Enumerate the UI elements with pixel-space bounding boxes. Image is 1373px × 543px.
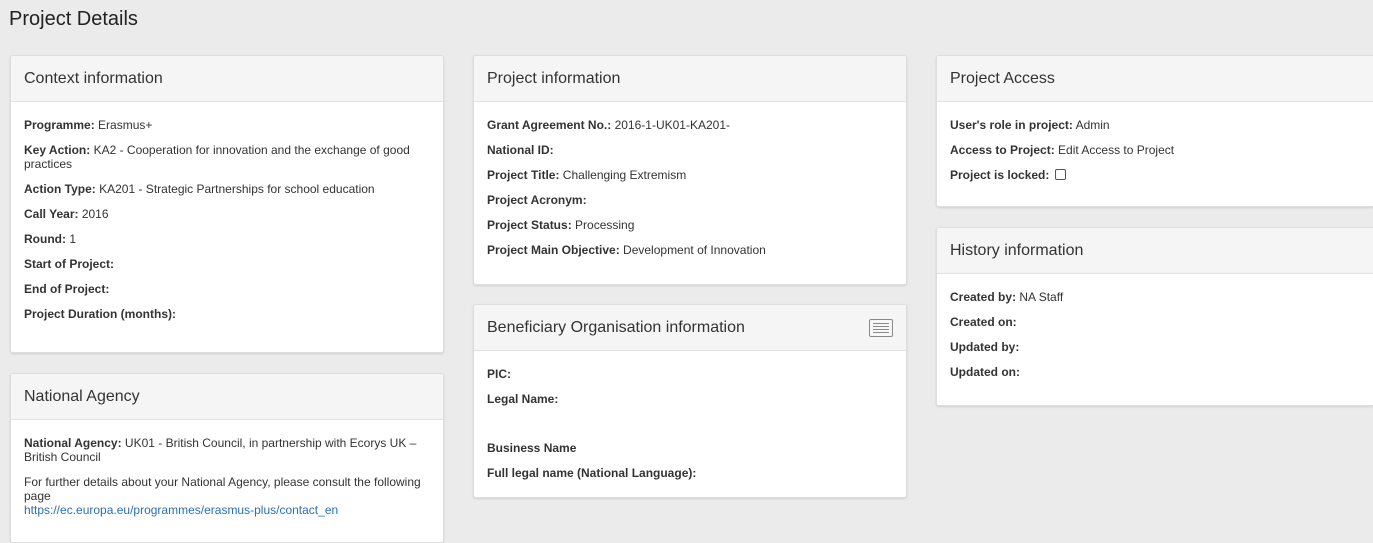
programme-label: Programme:: [24, 118, 95, 132]
context-information-title: Context information: [24, 69, 163, 87]
end-of-project-row: End of Project:: [24, 282, 430, 296]
project-status-label: Project Status:: [487, 218, 572, 232]
national-id-row: National ID:: [487, 143, 893, 157]
national-agency-header: National Agency: [11, 374, 443, 420]
pic-row: PIC:: [487, 367, 893, 381]
end-of-project-label: End of Project:: [24, 282, 110, 296]
access-to-project-row: Access to Project: Edit Access to Projec…: [950, 143, 1360, 157]
round-label: Round:: [24, 232, 66, 246]
updated-on-row: Updated on:: [950, 365, 1360, 379]
updated-by-label: Updated by:: [950, 340, 1020, 354]
beneficiary-organisation-panel: Beneficiary Organisation information PIC…: [473, 304, 907, 498]
project-title-row: Project Title: Challenging Extremism: [487, 168, 893, 182]
programme-row: Programme: Erasmus+: [24, 118, 430, 132]
call-year-value: 2016: [78, 207, 109, 221]
created-by-row: Created by: NA Staff: [950, 290, 1360, 304]
national-agency-label: National Agency:: [24, 436, 122, 450]
project-title-label: Project Title:: [487, 168, 560, 182]
legal-name-label: Legal Name:: [487, 392, 559, 406]
project-status-value: Processing: [571, 218, 635, 232]
history-information-title: History information: [950, 241, 1084, 259]
action-type-label: Action Type:: [24, 182, 96, 196]
business-name-label: Business Name: [487, 441, 577, 455]
project-locked-checkbox[interactable]: [1054, 169, 1066, 180]
project-acronym-row: Project Acronym:: [487, 193, 893, 207]
action-type-row: Action Type: KA201 - Strategic Partnersh…: [24, 182, 430, 196]
project-access-title: Project Access: [950, 69, 1055, 87]
grant-agreement-value: 2016-1-UK01-KA201-: [611, 118, 730, 132]
round-row: Round: 1: [24, 232, 430, 246]
national-id-label: National ID:: [487, 143, 554, 157]
project-title-value: Challenging Extremism: [559, 168, 687, 182]
legal-name-row: Legal Name:: [487, 392, 893, 406]
project-status-row: Project Status: Processing: [487, 218, 893, 232]
project-objective-row: Project Main Objective: Development of I…: [487, 243, 893, 257]
call-year-row: Call Year: 2016: [24, 207, 430, 221]
user-role-row: User's role in project: Admin: [950, 118, 1360, 132]
project-objective-value: Development of Innovation: [619, 243, 766, 257]
updated-on-label: Updated on:: [950, 365, 1020, 379]
full-legal-name-row: Full legal name (National Language):: [487, 466, 893, 480]
national-agency-contact-link[interactable]: https://ec.europa.eu/programmes/erasmus-…: [24, 503, 338, 517]
key-action-label: Key Action:: [24, 143, 91, 157]
action-type-value: KA201 - Strategic Partnerships for schoo…: [95, 182, 375, 196]
project-information-header: Project information: [474, 56, 906, 102]
beneficiary-organisation-title: Beneficiary Organisation information: [487, 318, 745, 336]
user-role-label: User's role in project:: [950, 118, 1073, 132]
start-of-project-label: Start of Project:: [24, 257, 115, 271]
national-agency-details-text: For further details about your National …: [24, 475, 421, 503]
page-title: Project Details: [9, 8, 138, 30]
project-duration-label: Project Duration (months):: [24, 307, 176, 321]
start-of-project-row: Start of Project:: [24, 257, 430, 271]
grant-agreement-label: Grant Agreement No.:: [487, 118, 612, 132]
access-to-project-value: Edit Access to Project: [1054, 143, 1175, 157]
context-information-panel: Context information Programme: Erasmus+ …: [10, 55, 444, 353]
national-agency-row: National Agency: UK01 - British Council,…: [24, 436, 430, 464]
project-acronym-label: Project Acronym:: [487, 193, 587, 207]
pic-label: PIC:: [487, 367, 511, 381]
access-to-project-label: Access to Project:: [950, 143, 1055, 157]
project-access-panel: Project Access User's role in project: A…: [936, 55, 1373, 207]
beneficiary-organisation-header: Beneficiary Organisation information: [474, 305, 906, 351]
business-name-row: Business Name: [487, 441, 893, 455]
project-access-header: Project Access: [937, 56, 1373, 102]
project-locked-row: Project is locked:: [950, 168, 1360, 182]
project-information-title: Project information: [487, 69, 621, 87]
created-on-row: Created on:: [950, 315, 1360, 329]
national-agency-details: For further details about your National …: [24, 475, 430, 517]
user-role-value: Admin: [1072, 118, 1110, 132]
round-value: 1: [65, 232, 76, 246]
created-on-label: Created on:: [950, 315, 1017, 329]
national-agency-title: National Agency: [24, 387, 140, 405]
project-information-panel: Project information Grant Agreement No.:…: [473, 55, 907, 285]
full-legal-name-label: Full legal name (National Language):: [487, 466, 697, 480]
history-information-panel: History information Created by: NA Staff…: [936, 227, 1373, 406]
updated-by-row: Updated by:: [950, 340, 1360, 354]
national-agency-panel: National Agency National Agency: UK01 - …: [10, 373, 444, 543]
project-duration-row: Project Duration (months):: [24, 307, 430, 321]
programme-value: Erasmus+: [94, 118, 153, 132]
history-information-header: History information: [937, 228, 1373, 274]
grant-agreement-row: Grant Agreement No.: 2016-1-UK01-KA201-: [487, 118, 893, 132]
key-action-row: Key Action: KA2 - Cooperation for innova…: [24, 143, 430, 171]
created-by-value: NA Staff: [1016, 290, 1064, 304]
list-icon[interactable]: [869, 318, 893, 337]
context-information-header: Context information: [11, 56, 443, 102]
created-by-label: Created by:: [950, 290, 1017, 304]
project-locked-label: Project is locked:: [950, 168, 1050, 182]
call-year-label: Call Year:: [24, 207, 79, 221]
project-objective-label: Project Main Objective:: [487, 243, 620, 257]
